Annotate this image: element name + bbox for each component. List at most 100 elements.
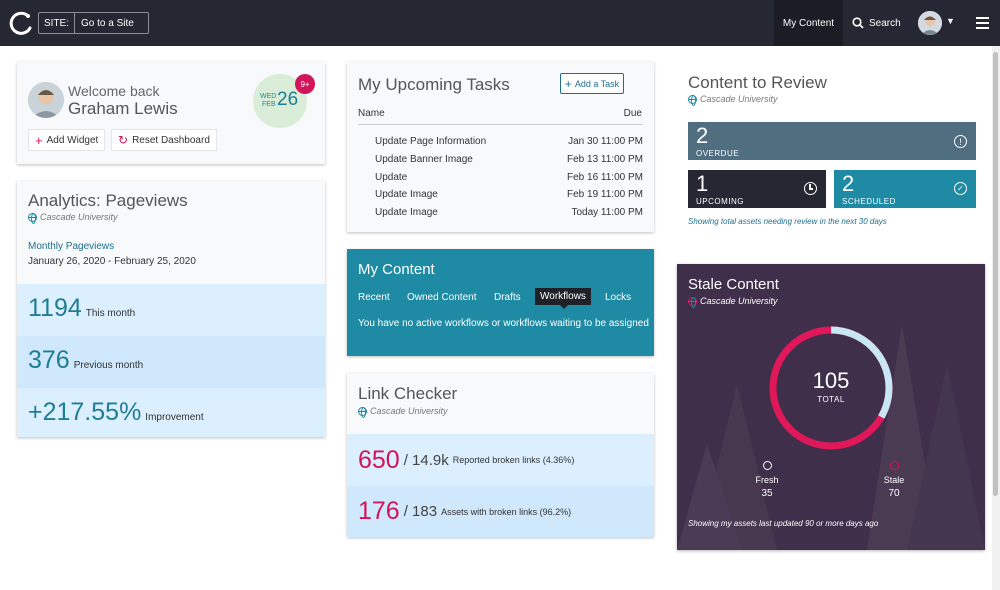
- stat-row-improvement: +217.55% Improvement: [17, 388, 325, 437]
- scheduled-label: SCHEDULED: [842, 197, 896, 206]
- broken-links-value: 650: [358, 445, 400, 474]
- globe-icon: [358, 406, 367, 418]
- menu-icon[interactable]: [976, 17, 989, 29]
- assets-broken-value: 176: [358, 497, 400, 525]
- stale-note: Showing my assets last updated 90 or mor…: [688, 519, 879, 528]
- add-widget-label: Add Widget: [46, 134, 99, 146]
- upcoming-value: 1: [696, 171, 709, 196]
- link-checker-title: Link Checker: [358, 384, 458, 403]
- stat-value: +217.55%: [28, 398, 142, 426]
- broken-links-label: Reported broken links (4.36%): [452, 455, 575, 465]
- tasks-divider: [358, 124, 643, 125]
- reset-dashboard-button[interactable]: ↻ Reset Dashboard: [111, 129, 217, 151]
- review-title: Content to Review: [688, 73, 827, 92]
- overdue-tile[interactable]: 2 OVERDUE !: [688, 122, 976, 160]
- task-row[interactable]: Update Feb 16 11:00 PM: [375, 172, 643, 183]
- monthly-pageviews-link[interactable]: Monthly Pageviews: [28, 241, 114, 252]
- date-number: 26: [277, 89, 299, 110]
- task-row[interactable]: Update Banner Image Feb 13 11:00 PM: [375, 154, 643, 165]
- stale-site-label: Cascade University: [700, 296, 778, 306]
- date-day: WED: [260, 93, 277, 100]
- assets-broken-label: Assets with broken links (96.2%): [441, 506, 572, 517]
- analytics-site-label: Cascade University: [40, 212, 118, 222]
- my-content-title: My Content: [358, 261, 435, 278]
- fresh-marker-icon: [762, 461, 772, 470]
- task-due: Jan 30 11:00 PM: [568, 136, 643, 147]
- nav-my-content[interactable]: My Content: [774, 0, 843, 46]
- task-row[interactable]: Update Page Information Jan 30 11:00 PM: [375, 136, 643, 147]
- task-row[interactable]: Update Image Feb 19 11:00 PM: [375, 189, 643, 200]
- nav-search-label: Search: [869, 17, 901, 29]
- task-name: Update Page Information: [375, 136, 487, 147]
- stale-site: Cascade University: [688, 296, 778, 308]
- upcoming-tile[interactable]: 1 UPCOMING: [688, 170, 826, 208]
- nav-search[interactable]: Search: [852, 0, 901, 46]
- scheduled-tile[interactable]: 2 SCHEDULED ✓: [834, 170, 976, 208]
- analytics-card: Analytics: Pageviews Cascade University …: [17, 181, 325, 437]
- scheduled-value: 2: [842, 171, 855, 196]
- stat-label: This month: [85, 308, 136, 319]
- site-selector[interactable]: SITE: Go to a Site: [38, 12, 149, 34]
- stat-label: Previous month: [73, 360, 144, 371]
- notification-badge[interactable]: 9+: [295, 74, 315, 94]
- upcoming-label: UPCOMING: [696, 197, 744, 206]
- stat-value: 376: [28, 346, 70, 374]
- tab-drafts[interactable]: Drafts: [494, 292, 521, 303]
- link-checker-site-label: Cascade University: [370, 406, 448, 416]
- tab-recent[interactable]: Recent: [358, 292, 390, 303]
- overdue-label: OVERDUE: [696, 149, 740, 158]
- review-site: Cascade University: [688, 94, 778, 106]
- check-circle-icon: ✓: [954, 182, 967, 195]
- tasks-header-name: Name: [358, 108, 385, 119]
- tab-locks[interactable]: Locks: [605, 292, 631, 303]
- stat-value: 1194: [28, 294, 82, 322]
- link-checker-site: Cascade University: [358, 406, 448, 418]
- stale-label: Stale: [883, 475, 905, 485]
- donut-total: 105: [812, 368, 850, 393]
- user-avatar[interactable]: [918, 11, 942, 35]
- scrollbar-thumb[interactable]: [993, 52, 998, 496]
- fresh-value: 35: [761, 488, 773, 499]
- task-row[interactable]: Update Image Today 11:00 PM: [375, 207, 643, 218]
- donut-total-label: TOTAL: [817, 395, 845, 404]
- cascade-logo-icon[interactable]: [8, 10, 34, 36]
- tab-workflows[interactable]: Workflows: [535, 288, 591, 305]
- link-checker-card: Link Checker Cascade University 650 / 14…: [347, 373, 654, 537]
- task-due: Feb 19 11:00 PM: [567, 189, 643, 200]
- task-name: Update Image: [375, 207, 438, 218]
- site-selector-value: Go to a Site: [81, 17, 134, 29]
- task-due: Today 11:00 PM: [571, 207, 643, 218]
- stale-content-card: Stale Content Cascade University 105 TOT…: [677, 264, 985, 550]
- globe-icon: [688, 94, 697, 106]
- add-widget-button[interactable]: + Add Widget: [28, 129, 106, 151]
- tasks-header-due: Due: [623, 108, 642, 119]
- task-name: Update Banner Image: [375, 154, 473, 165]
- assets-broken-total: / 183: [403, 503, 438, 520]
- legend-stale: Stale 70: [874, 461, 914, 499]
- plus-icon: +: [35, 132, 43, 148]
- user-name: Graham Lewis: [68, 99, 178, 118]
- chevron-down-icon[interactable]: ▼: [946, 16, 955, 26]
- alert-icon: !: [954, 135, 967, 148]
- broken-links-row[interactable]: 650 / 14.9k Reported broken links (4.36%…: [347, 434, 654, 486]
- assets-broken-row[interactable]: 176 / 183 Assets with broken links (96.2…: [347, 486, 654, 537]
- tasks-title: My Upcoming Tasks: [358, 75, 510, 94]
- tab-owned-content[interactable]: Owned Content: [407, 292, 477, 303]
- stat-row-this-month: 1194 This month: [17, 284, 325, 336]
- review-note: Showing total assets needing review in t…: [688, 217, 887, 226]
- welcome-card: Welcome back Graham Lewis WED FEB 26 9+ …: [17, 62, 325, 164]
- date-month: FEB: [262, 101, 276, 108]
- avatar: [28, 82, 64, 118]
- task-due: Feb 16 11:00 PM: [567, 172, 643, 183]
- stale-marker-icon: [889, 461, 899, 470]
- top-navigation-bar: SITE: Go to a Site My Content Search ▼: [0, 0, 1000, 46]
- review-site-label: Cascade University: [700, 94, 778, 104]
- welcome-greeting: Welcome back: [68, 83, 160, 99]
- broken-links-total: / 14.9k: [403, 451, 449, 469]
- stat-label: Improvement: [145, 412, 204, 423]
- add-task-button[interactable]: + Add a Task: [560, 73, 624, 94]
- fresh-label: Fresh: [755, 475, 779, 485]
- avatar-icon: [28, 82, 64, 118]
- site-selector-label: SITE:: [39, 13, 76, 33]
- globe-icon: [28, 212, 37, 224]
